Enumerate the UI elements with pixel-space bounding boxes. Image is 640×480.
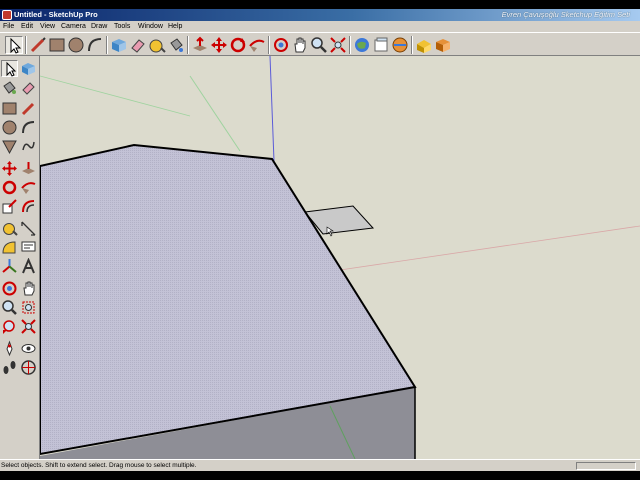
move-icon[interactable] — [1, 160, 18, 177]
zoom-window-icon[interactable] — [20, 299, 37, 316]
walk-icon[interactable] — [1, 359, 18, 376]
toolbar-separator — [268, 36, 270, 54]
push-pull-icon[interactable] — [20, 160, 37, 177]
follow-me-icon[interactable] — [248, 36, 266, 54]
move-icon[interactable] — [210, 36, 228, 54]
text-icon[interactable] — [20, 239, 37, 256]
freehand-icon[interactable] — [20, 138, 37, 155]
polygon-icon[interactable] — [1, 138, 18, 155]
toolbar-separator — [106, 36, 108, 54]
eraser-icon[interactable] — [20, 79, 37, 96]
orbit-icon[interactable] — [1, 280, 18, 297]
push-pull-icon[interactable] — [191, 36, 209, 54]
title-bar[interactable]: Untitled - SketchUp Pro Evren Çavuşoğlu … — [0, 9, 640, 21]
status-bar: Select objects. Shift to extend select. … — [0, 459, 640, 471]
select-icon[interactable] — [5, 36, 23, 54]
menu-tools[interactable]: Tools — [114, 21, 130, 32]
scale-icon[interactable] — [1, 198, 18, 215]
arc-icon[interactable] — [20, 119, 37, 136]
make-component-icon[interactable] — [110, 36, 128, 54]
pan-icon[interactable] — [291, 36, 309, 54]
toolbar-separator — [411, 36, 413, 54]
rotate-icon[interactable] — [229, 36, 247, 54]
measurements-box[interactable] — [576, 462, 636, 470]
component-library-icon[interactable] — [434, 36, 452, 54]
rotate-icon[interactable] — [1, 179, 18, 196]
pan-icon[interactable] — [20, 280, 37, 297]
status-text: Select objects. Shift to extend select. … — [1, 462, 197, 469]
protractor-icon[interactable] — [1, 239, 18, 256]
dimension-icon[interactable] — [20, 220, 37, 237]
eraser-icon[interactable] — [129, 36, 147, 54]
extension-warehouse-icon[interactable] — [415, 36, 433, 54]
toolbar-separator — [349, 36, 351, 54]
share-model-icon[interactable] — [372, 36, 390, 54]
look-around-icon[interactable] — [20, 340, 37, 357]
offset-icon[interactable] — [20, 198, 37, 215]
sketchup-app-icon[interactable] — [2, 10, 12, 20]
toolbar-separator — [187, 36, 189, 54]
position-camera-icon[interactable] — [1, 340, 18, 357]
rectangle-icon[interactable] — [1, 100, 18, 117]
zoom-icon[interactable] — [1, 299, 18, 316]
zoom-icon[interactable] — [310, 36, 328, 54]
paint-bucket-icon[interactable] — [1, 79, 18, 96]
circle-icon[interactable] — [67, 36, 85, 54]
previous-view-icon[interactable] — [1, 318, 18, 335]
menu-window[interactable]: Window — [138, 21, 163, 32]
circle-icon[interactable] — [1, 119, 18, 136]
large-tool-set — [0, 56, 40, 459]
zoom-extents-icon[interactable] — [20, 318, 37, 335]
arc-icon[interactable] — [86, 36, 104, 54]
modeling-viewport[interactable] — [40, 56, 640, 459]
menu-view[interactable]: View — [40, 21, 55, 32]
get-models-icon[interactable] — [353, 36, 371, 54]
menu-bar: File Edit View Camera Draw Tools Window … — [0, 21, 640, 32]
line-icon[interactable] — [20, 100, 37, 117]
menu-file[interactable]: File — [3, 21, 14, 32]
menu-camera[interactable]: Camera — [61, 21, 86, 32]
make-component-icon[interactable] — [20, 60, 37, 77]
zoom-extents-icon[interactable] — [329, 36, 347, 54]
window-title: Untitled - SketchUp Pro — [14, 10, 98, 19]
3d-text-icon[interactable] — [20, 258, 37, 275]
tutorial-watermark: Evren Çavuşoğlu Sketchup Eğitim Seti — [501, 10, 630, 19]
menu-edit[interactable]: Edit — [21, 21, 33, 32]
orbit-icon[interactable] — [272, 36, 290, 54]
pencil-line-icon[interactable] — [29, 36, 47, 54]
toolbar-separator — [25, 36, 27, 54]
axes-icon[interactable] — [1, 258, 18, 275]
section-plane-icon[interactable] — [20, 359, 37, 376]
menu-help[interactable]: Help — [168, 21, 182, 32]
main-toolbar — [0, 32, 640, 56]
menu-draw[interactable]: Draw — [91, 21, 107, 32]
follow-me-icon[interactable] — [20, 179, 37, 196]
rectangle-icon[interactable] — [48, 36, 66, 54]
google-earth-icon[interactable] — [391, 36, 409, 54]
tape-measure-icon[interactable] — [1, 220, 18, 237]
paint-bucket-icon[interactable] — [167, 36, 185, 54]
select-icon[interactable] — [1, 60, 18, 77]
tape-measure-icon[interactable] — [148, 36, 166, 54]
screen-frame: Untitled - SketchUp Pro Evren Çavuşoğlu … — [0, 0, 640, 480]
